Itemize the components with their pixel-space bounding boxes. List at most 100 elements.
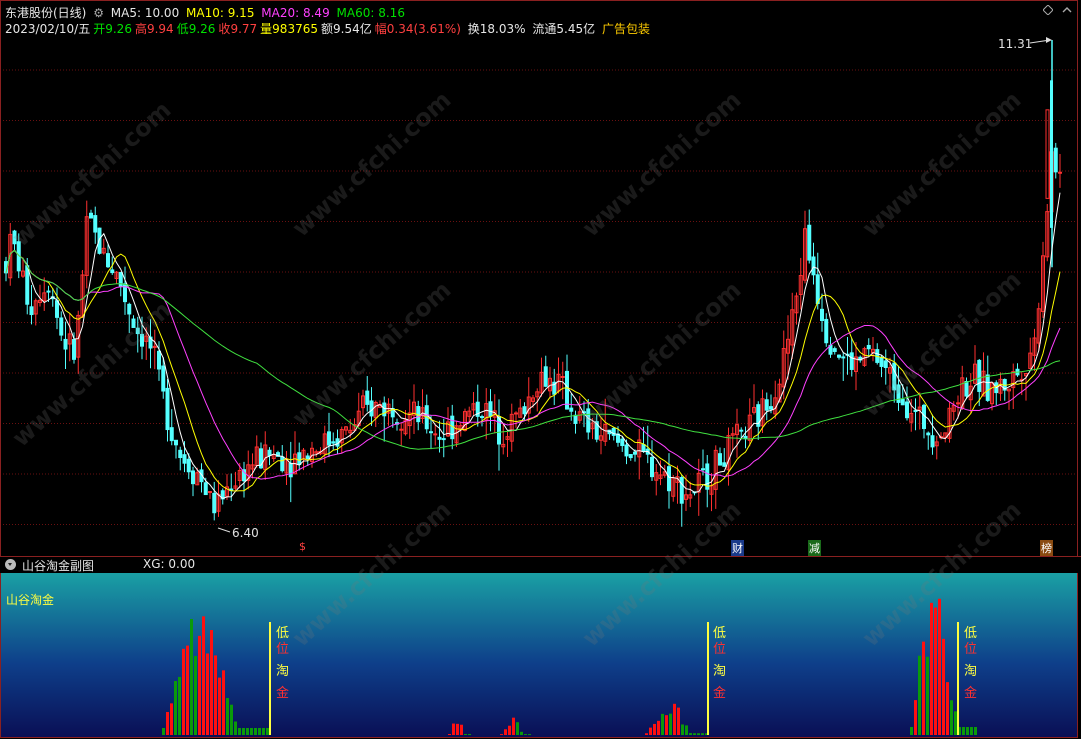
volume-bar [218,677,221,735]
candle-body [764,399,769,411]
candle-body [573,414,578,424]
volume-bar [657,720,660,735]
candle-body [437,436,442,440]
xg-value: XG: 0.00 [143,557,196,571]
diamond-icon[interactable] [1043,5,1053,15]
volume-bar [946,682,949,735]
candle-body [29,306,34,316]
expand-up-icon[interactable] [1062,5,1072,15]
candle-body [905,401,909,419]
candle-body [985,374,990,401]
candle-body [429,431,433,434]
moving-average-lines [5,192,1061,499]
volume-bar [697,733,700,735]
volume-bar [186,645,189,735]
candle-body [127,303,132,315]
volume-bar [198,635,201,735]
candle-body [820,308,824,321]
event-marker-dividend[interactable]: $ [298,540,307,553]
stock-chart-window: 11.31 6.40 东港股份(日线) ⚙ MA5: 10.00 MA10: 9.… [0,0,1081,739]
candle-body [55,300,59,318]
volume-bar [528,734,531,735]
quote-date: 2023/02/10/五 [5,22,91,36]
signal-char: 淘 [713,664,727,679]
candle-body [72,339,76,360]
volume-bar [950,700,953,735]
candle-body [433,433,438,436]
open-value: 9.26 [105,22,132,36]
low-value: 9.26 [188,22,216,36]
indicator-label: 山谷淘金 [6,593,55,607]
volume-bar [448,734,451,735]
candle-body [165,387,170,431]
candle-body [297,452,302,466]
volume-bar [460,724,463,735]
ma20-value: MA20: 8.49 [261,6,330,20]
event-marker-finance[interactable]: 财 [731,540,744,556]
volume-bar [214,655,217,735]
candle-body [12,230,17,245]
candle-body [837,354,841,358]
candle-body [560,375,565,378]
candle-body [633,451,637,455]
candle-body [327,431,331,446]
volume-bar [966,727,969,735]
volume-bar [246,728,249,735]
volume-bar [685,725,688,735]
candle-body [365,390,370,405]
event-marker-list[interactable]: 榜 [1040,540,1053,556]
candle-body [569,407,574,412]
signal-char: 淘 [964,664,978,679]
sub-panel-title[interactable]: 山谷淘金副图 [22,557,94,574]
volume-bar [500,734,503,735]
candle-body [964,381,969,397]
event-marker-reduction[interactable]: 减 [808,540,821,556]
amount-label: 额 [320,22,333,36]
candle-body [497,416,501,445]
candle-body [815,274,820,305]
low-label: 低 [176,22,189,36]
candle-body [514,412,518,415]
candle-body [25,265,30,305]
candle-body [667,466,671,492]
concept-label[interactable]: 广告包装 [602,22,650,36]
volume-bar [914,700,917,735]
low-arrow-icon [217,527,231,533]
candle-body [807,224,812,261]
close-label: 收 [218,22,231,36]
candle-body [399,428,404,431]
candle-body [739,429,744,432]
volume-bar [938,598,941,735]
candle-body [1045,109,1050,199]
candle-body [169,427,174,442]
volume-bar [266,728,269,735]
candle-body [832,348,837,352]
low-price-mark: 6.40 [232,526,259,540]
settings-gear-icon[interactable]: ⚙ [93,6,104,20]
candle-body [543,366,548,387]
volume-bar [468,734,471,735]
stock-name[interactable]: 东港股份(日线) [5,6,86,20]
candle-body [883,360,888,369]
volume-bar [649,727,652,735]
candle-body [1050,80,1053,228]
candle-body [841,356,846,359]
volume-bar [178,676,181,735]
volume-bar [206,653,209,735]
candle-body [208,491,212,494]
price-annotations: 11.31 6.40 [217,37,1052,540]
volume-bar [222,670,225,735]
header-quote-line: 2023/02/10/五 开9.26 高9.94 低9.26 收9.77 量983765 额… [5,20,653,37]
collapse-icon[interactable] [5,559,16,570]
volume-bar [701,733,704,735]
candle-body [118,271,123,288]
candle-body [131,318,136,328]
candle-body [212,492,217,514]
ma5-line [5,192,1061,499]
candle-body [1053,147,1058,173]
candle-body [488,401,493,417]
candle-body [930,435,935,448]
candle-body [140,333,144,347]
chart-canvas[interactable]: 11.31 6.40 [0,0,1081,739]
volume-bar [689,733,692,735]
